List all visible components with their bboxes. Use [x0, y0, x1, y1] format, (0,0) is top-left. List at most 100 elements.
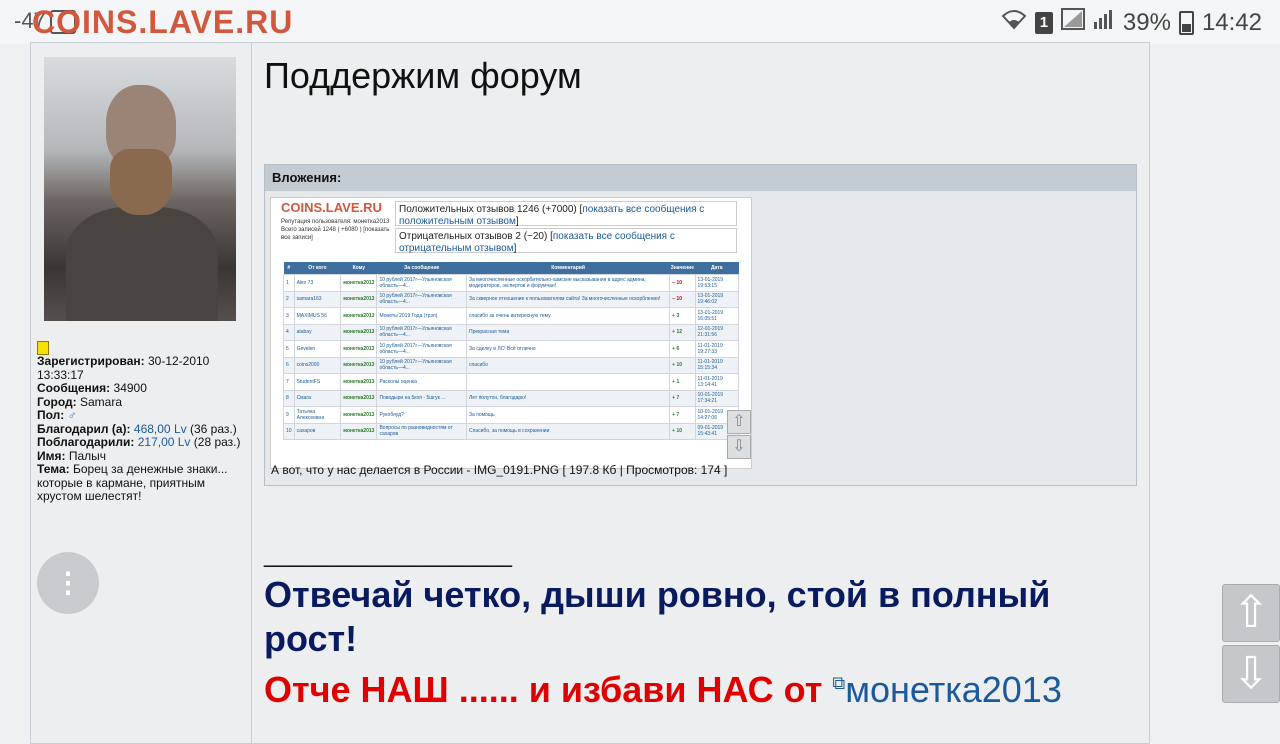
thumb-cell: 6: [283, 356, 295, 374]
user-thanked-by: Поблагодарили: 217,00 Lv (28 раз.): [37, 435, 241, 449]
post-title: Поддержим форум: [264, 55, 582, 96]
thumb-cell: монетка2013: [340, 373, 378, 391]
thumb-cell: 5: [283, 340, 295, 358]
thumb-cell: Вопросы по разновидностям от сахаров: [376, 422, 467, 440]
thumb-row: 1 Alex 73 монетка2013 10 рублей 2017г—Ульян…: [283, 274, 740, 292]
thumb-cell: 10 рублей 2017г—Ульяновская область—4...: [376, 290, 467, 308]
thumb-cell: − 10: [669, 274, 696, 292]
thumb-col-header: Значение: [669, 262, 696, 275]
thumb-negative: Отрицательных отзывов 2 (−20) [показать …: [395, 228, 737, 254]
attachment-caption: А вот, что у нас делается в России - IMG…: [271, 463, 728, 477]
battery-icon: [1178, 10, 1194, 35]
thumb-row: 4 atabay монетка2013 10 рублей 2017г—Ульяно…: [283, 323, 740, 341]
sim-icon: 1: [1034, 11, 1053, 34]
thumb-cell: 12-01-2019 21:31:56: [694, 323, 740, 341]
thumb-row: 3 MAXIMUS 56 монетка2013 Монеты 2019 Года (…: [283, 307, 740, 325]
thumb-cell: 13-01-2019 19:46:02: [694, 290, 740, 308]
thumb-cell: 4: [283, 323, 295, 341]
site-logo[interactable]: COINS.LAVE.RU: [32, 4, 293, 41]
menu-button[interactable]: ⋮: [37, 552, 99, 614]
thumb-cell: 3: [283, 307, 295, 325]
thumb-row: 2 samara163 монетка2013 10 рублей 2017г—Уль…: [283, 290, 740, 308]
user-mention-link[interactable]: монетка2013: [845, 669, 1062, 710]
thumb-cell: монетка2013: [340, 307, 378, 325]
thumb-col-header: За сообщение: [376, 262, 467, 275]
thumb-cell: 7: [283, 373, 295, 391]
thumb-row: 8 Смага монетка2013 Поводыри на 5коп - 5шгу…: [283, 389, 740, 407]
thumb-cell: Татьяна Алексеевна: [293, 406, 342, 424]
thumb-cell: + 10: [669, 422, 696, 440]
thanked-by-link[interactable]: 217,00 Lv: [138, 435, 191, 449]
thumb-scroll-down-icon[interactable]: ⇩: [727, 435, 751, 459]
thumb-cell: 10 рублей 2017г—Ульяновская область—4...: [376, 274, 467, 292]
male-icon: ♂: [67, 408, 77, 422]
battery-percent: 39%: [1122, 8, 1171, 36]
thumb-cell: + 3: [669, 307, 696, 325]
thumb-cell: монетка2013: [340, 274, 378, 292]
rank-badge-icon: [37, 341, 49, 355]
thumb-cell: + 1: [669, 373, 696, 391]
thumb-row: 9 Татьяна Алексеевна монетка2013 Рукобяуд? З…: [283, 406, 740, 424]
thumb-cell: Монеты 2019 Года (трэп): [376, 307, 467, 325]
user-name: Имя: Палыч: [37, 448, 107, 463]
status-right: 1 39% 14:42: [1001, 8, 1262, 37]
thumb-cell: За помощь: [465, 406, 671, 424]
scroll-down-button[interactable]: ⇩: [1222, 645, 1280, 703]
thumb-scroll-up-icon[interactable]: ⇧: [727, 410, 751, 434]
thumb-cell: Gevelen: [293, 340, 342, 358]
thumb-cell: Alex 73: [293, 274, 342, 292]
thumb-cell: 11-01-2019 13:14:41: [694, 373, 740, 391]
thumb-cell: Спасибо, за помощь в сохранении: [465, 422, 671, 440]
thumb-logo: COINS.LAVE.RU: [281, 200, 382, 215]
external-link-icon: ⧉: [832, 673, 846, 693]
thumb-cell: 10 рублей 2017г—Ульяновская область—4...: [376, 356, 467, 374]
thumb-table: # От кого Кому За сообщение Комментарий Значе…: [283, 262, 740, 440]
thumb-cell: Рукобяуд?: [376, 406, 467, 424]
attachments-box: Вложения: COINS.LAVE.RU Репутация пользо…: [264, 164, 1137, 486]
forum-post: Зарегистрирован: 30-12-2010 13:33:17 Соо…: [30, 42, 1150, 744]
signal-empty-icon: [1060, 8, 1085, 37]
user-thanked: Благодарил (а): 468,00 Lv (36 раз.): [37, 421, 237, 436]
attachment-image[interactable]: COINS.LAVE.RU Репутация пользователя: мо…: [270, 197, 752, 469]
thumb-cell: − 10: [669, 290, 696, 308]
thumb-cell: StudentFS: [293, 373, 342, 391]
thanked-link[interactable]: 468,00 Lv: [134, 422, 187, 436]
thumb-cell: 2: [283, 290, 295, 308]
thumb-row: 10 сахаров монетка2013 Вопросы по разновидн…: [283, 422, 740, 440]
thumb-cell: монетка2013: [340, 389, 378, 407]
thumb-cell: монетка2013: [340, 356, 378, 374]
thumb-cell: 9: [283, 406, 295, 424]
thumb-cell: спасибо за очень интересную тему: [465, 307, 671, 325]
thumb-cell: Расколы оценка: [376, 373, 467, 391]
thumb-col-header: Комментарий: [466, 262, 670, 275]
thumb-cell: спасибо: [465, 356, 671, 374]
thumb-cell: [465, 373, 671, 391]
thumb-cell: Прекрасная тема: [465, 323, 671, 341]
scroll-up-button[interactable]: ⇧: [1222, 584, 1280, 642]
thumb-cell: + 6: [669, 340, 696, 358]
thumb-cell: монетка2013: [340, 290, 378, 308]
thumb-cell: 10: [283, 422, 295, 440]
thumb-row: 7 StudentFS монетка2013 Расколы оценка + 1 11…: [283, 373, 740, 391]
signature-motto: Отвечай четко, дыши ровно, стой в полный…: [264, 574, 1051, 659]
thumb-cell: 10 рублей 2017г—Ульяновская область—4...: [376, 323, 467, 341]
avatar[interactable]: [44, 57, 236, 321]
user-theme: Тема: Борец за денежные знаки... которые…: [37, 462, 228, 503]
post-content: Поддержим форум Вложения: COINS.LAVE.RU …: [264, 43, 1144, 743]
thumb-cell: MAXIMUS 56: [293, 307, 342, 325]
thumb-cell: монетка2013: [340, 340, 378, 358]
thumb-cell: coins2000: [293, 356, 342, 374]
thumb-cell: монетка2013: [340, 323, 378, 341]
thumb-cell: За скверное отношение к пользователям са…: [465, 290, 671, 308]
thumb-cell: монетка2013: [340, 422, 378, 440]
signature: ____________________ Отвечай четко, дыши…: [264, 541, 1144, 712]
thumb-cell: Смага: [293, 389, 342, 407]
thumb-col-header: От кого: [294, 262, 341, 275]
avatar-body: [66, 207, 218, 321]
thumb-cell: Поводыри на 5коп - 5шгук ...: [376, 389, 467, 407]
thumb-col-header: #: [283, 262, 295, 275]
thumb-reputation: Репутация пользователя: монетка2013 Всег…: [281, 219, 390, 241]
thumb-positive: Положительных отзывов 1246 (+7000) [пока…: [395, 201, 737, 227]
signature-divider: ____________________: [264, 541, 512, 568]
thumb-row: 5 Gevelen монетка2013 10 рублей 2017г—Ульян…: [283, 340, 740, 358]
